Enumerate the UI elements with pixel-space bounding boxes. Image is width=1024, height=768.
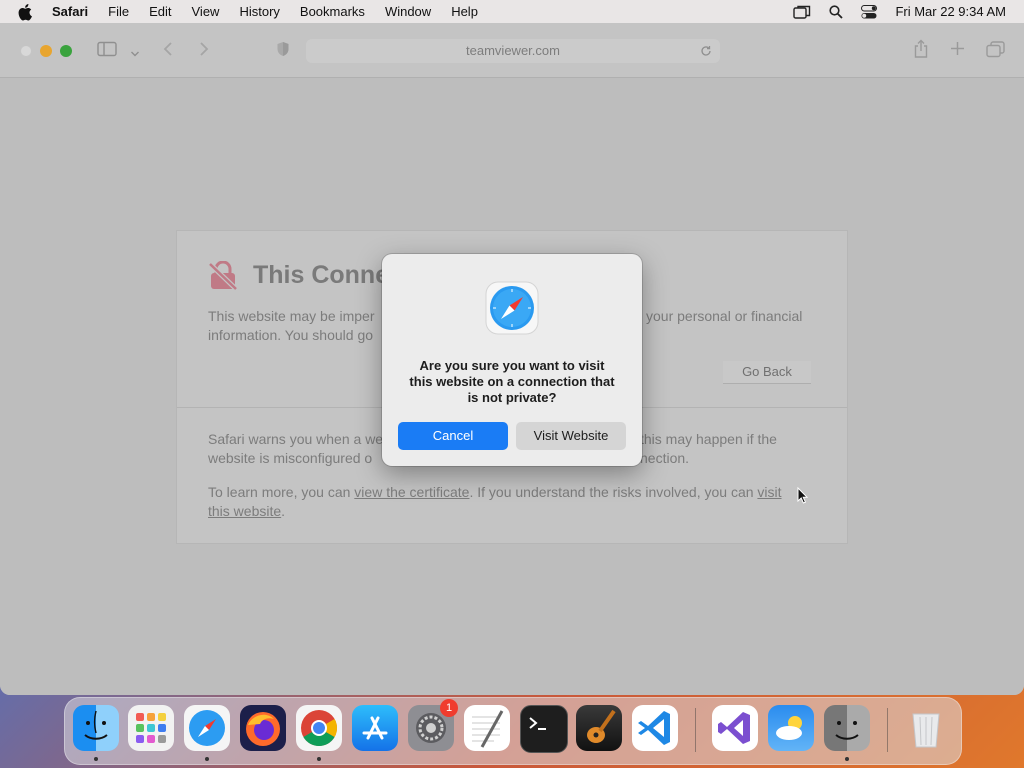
dialog-message-line-3: is not private?	[467, 390, 557, 405]
warning-text-2c: website is misconfigured o	[208, 450, 373, 466]
dock-system-settings-icon[interactable]: 1	[408, 699, 458, 751]
apple-menu-icon[interactable]	[18, 3, 38, 21]
back-arrow-icon[interactable]	[162, 41, 174, 62]
dock-chrome-running-dot	[317, 757, 321, 761]
control-center-icon[interactable]	[861, 4, 878, 19]
view-certificate-link[interactable]: view the certificate	[354, 484, 469, 500]
share-icon[interactable]	[913, 39, 929, 64]
warning-text-2b: this may happen if the	[640, 431, 777, 447]
menu-history[interactable]: History	[239, 4, 279, 19]
reload-icon[interactable]	[700, 39, 712, 71]
window-close-button[interactable]	[20, 45, 32, 57]
sidebar-toggle-icon[interactable]	[97, 41, 117, 62]
forward-arrow-icon[interactable]	[198, 41, 210, 62]
address-bar[interactable]: teamviewer.com	[306, 39, 720, 63]
menu-edit[interactable]: Edit	[149, 4, 171, 19]
warning-text-2a: Safari warns you when a we	[208, 431, 384, 447]
menu-app-name[interactable]: Safari	[52, 4, 88, 19]
new-tab-plus-icon[interactable]	[950, 41, 965, 61]
mouse-pointer-icon	[797, 486, 809, 510]
dock-weather-icon[interactable]	[768, 705, 814, 751]
dock-finder-icon[interactable]	[73, 705, 119, 751]
warning-text-1b: your personal or financial	[646, 308, 803, 324]
learn-suffix: .	[281, 503, 286, 519]
dock-finder-running-dot	[94, 757, 98, 761]
menu-bar: Safari File Edit View History Bookmarks …	[0, 0, 1024, 23]
menu-view[interactable]: View	[192, 4, 220, 19]
dock-separator	[695, 708, 696, 752]
menu-window[interactable]: Window	[385, 4, 431, 19]
screen-mirroring-icon[interactable]	[793, 5, 811, 19]
warning-title: This Conne	[253, 261, 390, 289]
dock-garageband-icon[interactable]	[576, 705, 622, 751]
dialog-message-line-2: this website on a connection that	[409, 374, 615, 389]
window-zoom-button[interactable]	[60, 45, 72, 57]
dock-separator-2	[887, 708, 888, 752]
dock-finder-2-running-dot	[845, 757, 849, 761]
dock-app-store-icon[interactable]	[352, 705, 398, 751]
visit-website-link-2[interactable]: this website	[208, 503, 281, 519]
learn-prefix: To learn more, you can	[208, 484, 355, 500]
menu-bookmarks[interactable]: Bookmarks	[300, 4, 365, 19]
tab-groups-chevron-icon[interactable]	[130, 45, 140, 63]
menu-help[interactable]: Help	[451, 4, 478, 19]
settings-notification-badge: 1	[440, 699, 458, 717]
dock-visual-studio-icon[interactable]	[712, 705, 758, 751]
dock-trash-icon[interactable]	[903, 705, 949, 751]
learn-middle: . If you understand the risks involved, …	[469, 484, 758, 500]
dock-textedit-icon[interactable]	[464, 705, 510, 751]
cancel-button[interactable]: Cancel	[398, 422, 508, 450]
safari-toolbar: teamviewer.com	[0, 23, 1024, 78]
visit-website-link[interactable]: visit	[757, 484, 781, 500]
address-text: teamviewer.com	[466, 43, 560, 58]
tab-overview-icon[interactable]	[986, 41, 1005, 63]
visit-confirmation-dialog: Are you sure you want to visit this webs…	[382, 254, 642, 466]
menu-file[interactable]: File	[108, 4, 129, 19]
window-minimize-button[interactable]	[40, 45, 52, 57]
dock-finder-2-icon[interactable]	[824, 705, 870, 751]
spotlight-search-icon[interactable]	[829, 4, 844, 19]
dock-terminal-icon[interactable]	[520, 705, 568, 753]
broken-lock-icon	[207, 260, 239, 294]
visit-website-button[interactable]: Visit Website	[516, 422, 626, 450]
warning-text-1a: This website may be imper	[208, 308, 375, 324]
dock-chrome-icon[interactable]	[296, 705, 342, 751]
go-back-button[interactable]: Go Back	[723, 361, 811, 384]
dock-firefox-icon[interactable]	[240, 705, 286, 751]
dock-vscode-icon[interactable]	[632, 705, 678, 751]
dock-launchpad-icon[interactable]	[128, 705, 174, 751]
learn-more-paragraph: To learn more, you can view the certific…	[208, 483, 818, 521]
dialog-message: Are you sure you want to visit this webs…	[400, 358, 624, 406]
dialog-message-line-1: Are you sure you want to visit	[419, 358, 605, 373]
safari-app-icon	[484, 280, 540, 341]
privacy-shield-icon[interactable]	[276, 41, 290, 62]
warning-text-1c: information. You should go	[208, 327, 374, 343]
dock-safari-icon[interactable]	[184, 705, 230, 751]
menu-clock[interactable]: Fri Mar 22 9:34 AM	[895, 4, 1006, 19]
warning-text-2d: nection.	[640, 450, 690, 466]
dock-safari-running-dot	[205, 757, 209, 761]
dock: 1	[64, 697, 962, 765]
